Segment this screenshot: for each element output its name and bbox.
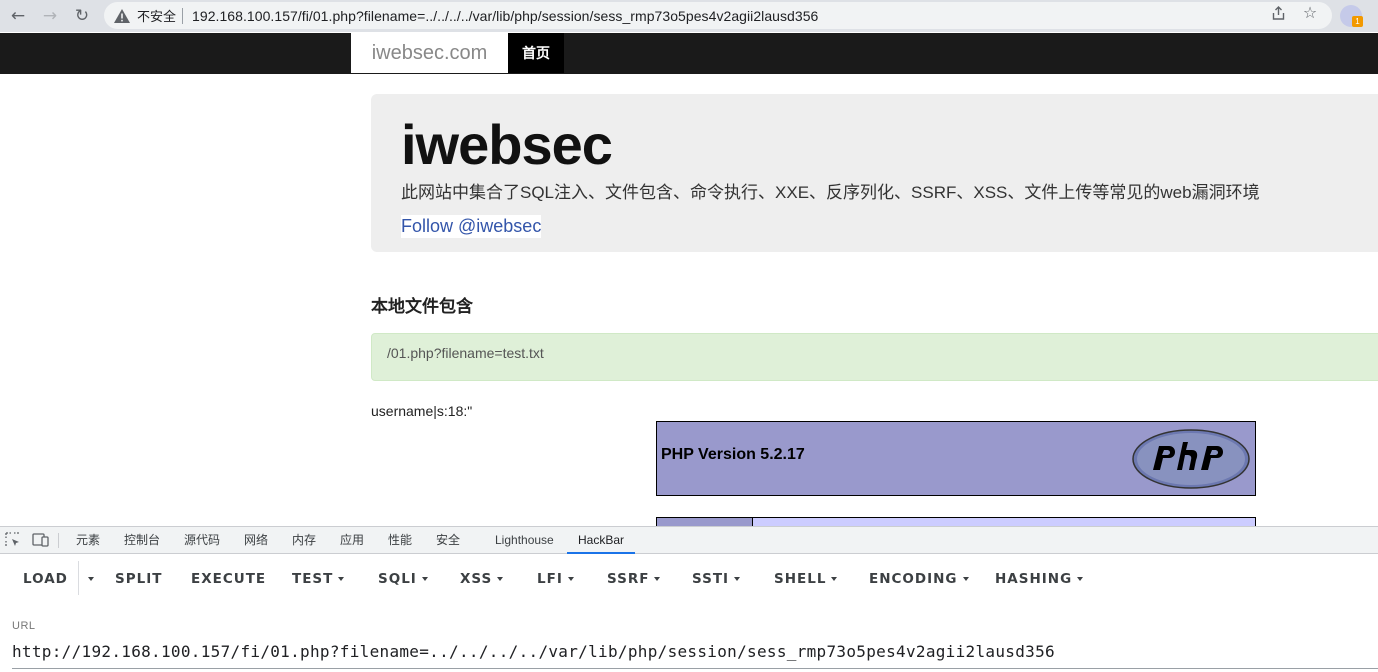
section-title: 本地文件包含 <box>371 297 473 316</box>
xss-menu-button[interactable]: XSS <box>460 571 504 587</box>
chevron-down-icon <box>567 577 574 581</box>
hint-alert: /01.php?filename=test.txt <box>371 333 1378 381</box>
browser-toolbar: ← → ↻ 不安全 192.168.100.157/fi/01.php?file… <box>0 0 1378 32</box>
ssrf-menu-button[interactable]: SSRF <box>607 571 661 587</box>
site-navbar: iwebsec.com 首页 <box>0 33 1378 74</box>
tab-lighthouse[interactable]: Lighthouse <box>495 527 554 554</box>
hero-description: 此网站中集合了SQL注入、文件包含、命令执行、XXE、反序列化、SSRF、XSS… <box>401 183 1260 202</box>
devtools-panel: 元素 控制台 源代码 网络 内存 应用 性能 安全 Lighthouse Hac… <box>0 526 1378 672</box>
load-dropdown-button[interactable] <box>83 571 94 587</box>
forward-arrow-icon[interactable]: → <box>38 4 62 28</box>
address-bar[interactable]: 不安全 192.168.100.157/fi/01.php?filename=.… <box>104 2 1332 29</box>
chevron-down-icon <box>421 577 428 581</box>
inspect-element-icon[interactable] <box>5 532 21 548</box>
hackbar-toolbar: LOAD SPLIT EXECUTE TEST SQLI XSS LFI SSR… <box>0 555 1378 603</box>
tab-console[interactable]: 控制台 <box>124 527 160 554</box>
hint-text: /01.php?filename=test.txt <box>387 345 544 361</box>
site-brand[interactable]: iwebsec.com <box>351 33 508 73</box>
lfi-label: LFI <box>537 571 563 587</box>
sqli-label: SQLI <box>378 571 417 587</box>
tab-network[interactable]: 网络 <box>244 527 268 554</box>
bookmark-star-icon[interactable]: ☆ <box>1300 3 1320 23</box>
encoding-label: ENCODING <box>869 571 958 587</box>
url-input[interactable]: http://192.168.100.157/fi/01.php?filenam… <box>12 642 1055 661</box>
tab-application[interactable]: 应用 <box>340 527 364 554</box>
ssti-label: SSTI <box>692 571 730 587</box>
load-button[interactable]: LOAD <box>23 571 68 587</box>
url-input-underline <box>12 668 1378 669</box>
tab-hackbar[interactable]: HackBar <box>567 527 636 554</box>
extension-badge: 1 <box>1352 16 1363 27</box>
phpinfo-header: PHP Version 5.2.17 <box>656 421 1256 496</box>
shell-label: SHELL <box>774 571 827 587</box>
include-output: username|s:18:" <box>371 403 473 419</box>
address-separator <box>182 7 184 24</box>
chevron-down-icon <box>734 577 741 581</box>
encoding-menu-button[interactable]: ENCODING <box>869 571 969 587</box>
load-split-divider <box>78 561 79 595</box>
sqli-menu-button[interactable]: SQLI <box>378 571 428 587</box>
reload-icon[interactable]: ↻ <box>70 4 94 28</box>
chevron-down-icon <box>1077 577 1084 581</box>
chevron-down-icon <box>497 577 504 581</box>
tab-memory[interactable]: 内存 <box>292 527 316 554</box>
follow-link[interactable]: Follow @iwebsec <box>401 215 542 238</box>
test-label: TEST <box>292 571 334 587</box>
devtools-separator <box>58 533 59 548</box>
php-logo-icon <box>1132 429 1250 489</box>
hero-banner: iwebsec 此网站中集合了SQL注入、文件包含、命令执行、XXE、反序列化、… <box>371 94 1378 252</box>
tab-elements[interactable]: 元素 <box>76 527 100 554</box>
address-text[interactable]: 192.168.100.157/fi/01.php?filename=../..… <box>192 8 818 24</box>
shell-menu-button[interactable]: SHELL <box>774 571 838 587</box>
security-label[interactable]: 不安全 <box>137 6 176 25</box>
hero-title: iwebsec <box>401 113 613 176</box>
lfi-menu-button[interactable]: LFI <box>537 571 574 587</box>
share-icon[interactable] <box>1268 3 1288 23</box>
nav-home-link[interactable]: 首页 <box>508 33 564 73</box>
tab-sources[interactable]: 源代码 <box>184 527 220 554</box>
chevron-down-icon <box>654 577 661 581</box>
ssti-menu-button[interactable]: SSTI <box>692 571 741 587</box>
ssrf-label: SSRF <box>607 571 650 587</box>
warning-icon <box>114 8 130 23</box>
tab-security[interactable]: 安全 <box>436 527 460 554</box>
tab-performance[interactable]: 性能 <box>388 527 412 554</box>
chevron-down-icon <box>338 577 345 581</box>
split-button[interactable]: SPLIT <box>115 571 162 587</box>
test-menu-button[interactable]: TEST <box>292 571 345 587</box>
php-version: PHP Version 5.2.17 <box>661 446 805 463</box>
hashing-label: HASHING <box>995 571 1073 587</box>
xss-label: XSS <box>460 571 493 587</box>
device-toolbar-icon[interactable] <box>32 532 49 548</box>
chevron-down-icon <box>831 577 838 581</box>
back-arrow-icon[interactable]: ← <box>6 4 30 28</box>
url-field-label: URL <box>12 620 36 632</box>
chevron-down-icon <box>962 577 969 581</box>
devtools-tabbar: 元素 控制台 源代码 网络 内存 应用 性能 安全 Lighthouse Hac… <box>0 527 1378 554</box>
chevron-down-icon <box>88 577 94 581</box>
execute-button[interactable]: EXECUTE <box>191 571 266 587</box>
hashing-menu-button[interactable]: HASHING <box>995 571 1084 587</box>
